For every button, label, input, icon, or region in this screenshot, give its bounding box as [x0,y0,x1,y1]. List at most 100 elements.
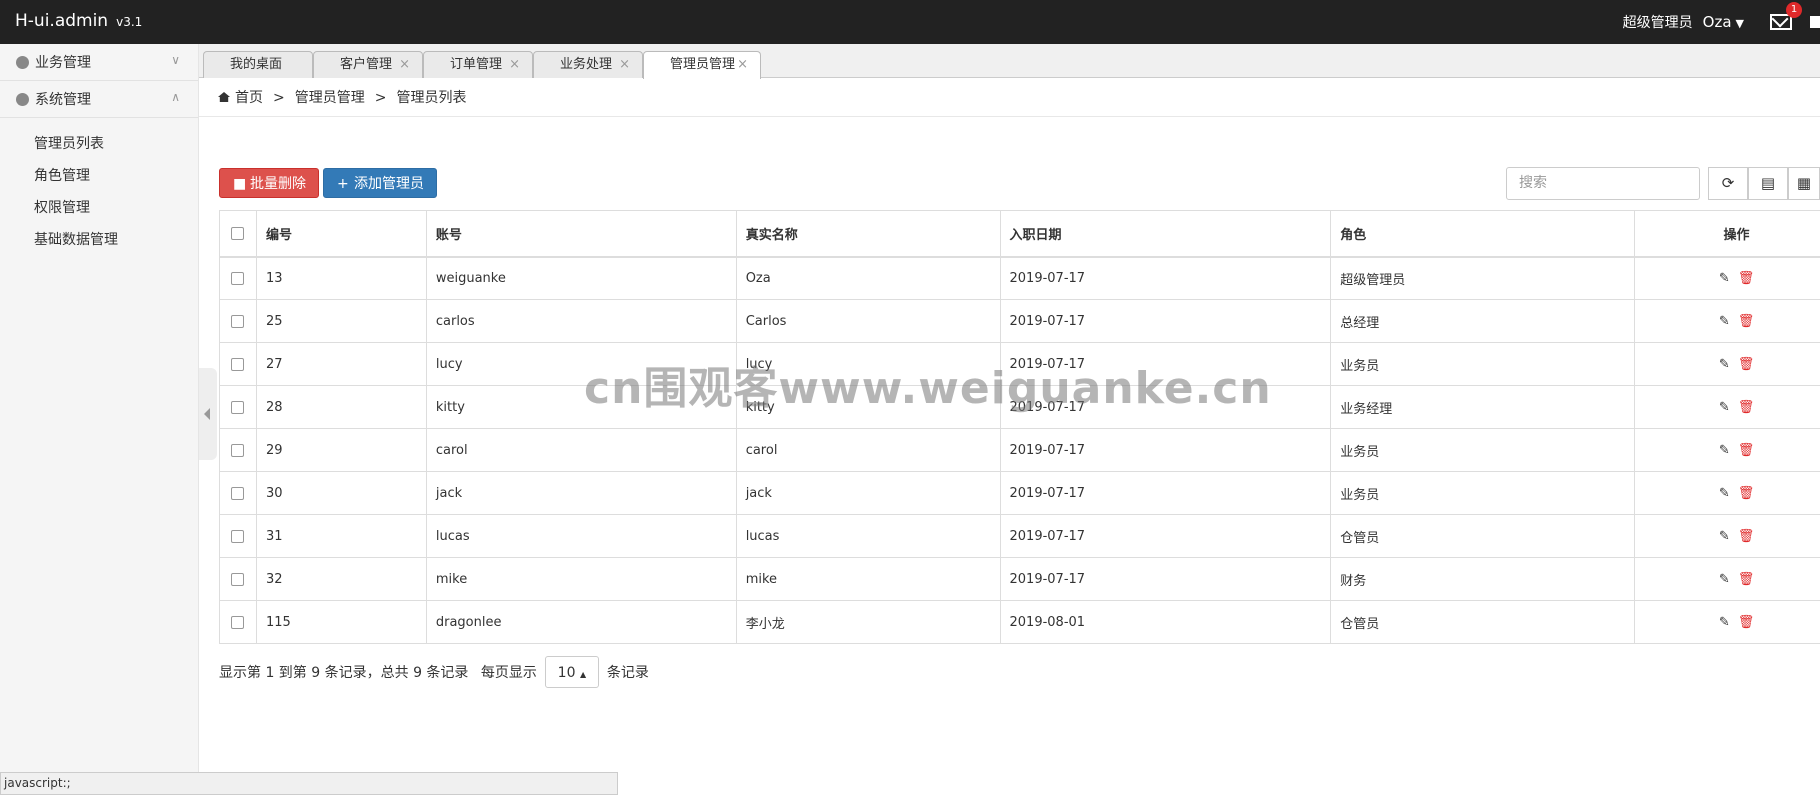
cell-id: 31 [255,514,427,558]
breadcrumb-sep: > [273,90,285,106]
select-all-checkbox[interactable] [231,226,245,240]
tab-customers[interactable]: 客户管理 × [313,51,423,78]
trash-icon[interactable]: 🗑 [1738,271,1755,286]
table-row: 13 weiguanke Oza 2019-07-17 超级管理员 ✎ 🗑 [219,256,1820,300]
row-checkbox[interactable] [231,486,245,500]
pager-summary: 显示第 1 到第 9 条记录，总共 9 条记录 [219,665,469,681]
breadcrumb-home[interactable]: 首页 [235,90,263,106]
chevron-down-icon: ∨ [171,53,180,67]
row-checkbox[interactable] [231,572,245,586]
close-icon[interactable]: × [399,52,410,78]
skin-icon[interactable] [1810,16,1820,28]
col-role[interactable]: 角色 [1330,210,1636,258]
cell-actions: ✎ 🗑 [1634,256,1820,300]
row-checkbox[interactable] [231,529,245,543]
table-row: 25 carlos Carlos 2019-07-17 总经理 ✎ 🗑 [219,299,1820,343]
trash-icon[interactable]: 🗑 [1738,615,1755,630]
row-select-cell [219,514,257,558]
breadcrumb-level1[interactable]: 管理员管理 [295,90,365,106]
cell-name: Carlos [735,299,1001,343]
sidebar: 业务管理 ∨ 系统管理 ∧ 管理员列表 角色管理 权限管理 基础数据管理 [0,44,199,795]
page-size-select[interactable]: 10 ▲ [544,656,599,688]
tab-label: 订单管理 [450,57,503,72]
gear-icon [16,92,29,106]
close-icon[interactable]: × [509,52,520,78]
caret-up-icon: ▲ [579,670,587,679]
tab-label: 客户管理 [340,57,393,72]
tab-business[interactable]: 业务处理 × [533,51,643,78]
row-checkbox[interactable] [231,357,245,371]
sidebar-item-roles[interactable]: 角色管理 [0,160,198,192]
cell-id: 115 [255,600,427,644]
trash-icon[interactable]: 🗑 [1738,572,1755,587]
trash-icon[interactable]: 🗑 [1738,486,1755,501]
add-admin-button[interactable]: + 添加管理员 [323,168,437,198]
cell-id: 27 [255,342,427,386]
row-checkbox[interactable] [231,400,245,414]
trash-icon[interactable]: 🗑 [1738,529,1755,544]
edit-icon[interactable]: ✎ [1719,271,1730,286]
cell-role: 业务经理 [1330,385,1636,429]
cell-name: jack [735,471,1001,515]
edit-icon[interactable]: ✎ [1719,529,1730,544]
edit-icon[interactable]: ✎ [1719,357,1730,372]
col-date[interactable]: 入职日期 [999,210,1332,258]
search-input[interactable]: 搜索 [1506,167,1700,200]
row-checkbox[interactable] [231,615,245,629]
sidebar-group-label: 系统管理 [35,92,91,108]
batch-delete-label: 批量删除 [250,176,306,192]
row-select-cell [219,299,257,343]
tab-admin[interactable]: 管理员管理 × [643,51,761,79]
sidebar-item-admin-list[interactable]: 管理员列表 [0,128,198,160]
close-icon[interactable]: × [737,52,748,78]
trash-icon: ■ [233,176,247,192]
plus-icon: + [337,176,349,192]
row-select-cell [219,428,257,472]
trash-icon[interactable]: 🗑 [1738,314,1755,329]
sidebar-collapse-handle[interactable] [199,368,217,460]
close-icon[interactable]: × [619,52,630,78]
trash-icon[interactable]: 🗑 [1738,400,1755,415]
sidebar-group-system[interactable]: 系统管理 ∧ [0,81,198,118]
edit-icon[interactable]: ✎ [1719,486,1730,501]
mail-icon[interactable]: 1 [1770,2,1802,30]
tab-desktop[interactable]: 我的桌面 [203,51,313,78]
sidebar-item-permissions[interactable]: 权限管理 [0,192,198,224]
cell-name: carol [735,428,1001,472]
mail-badge: 1 [1786,2,1802,18]
cell-role: 总经理 [1330,299,1636,343]
edit-icon[interactable]: ✎ [1719,572,1730,587]
edit-icon[interactable]: ✎ [1719,314,1730,329]
cell-date: 2019-07-17 [999,514,1332,558]
edit-icon[interactable]: ✎ [1719,443,1730,458]
batch-delete-button[interactable]: ■ 批量删除 [219,168,319,198]
cell-date: 2019-07-17 [999,471,1332,515]
cell-id: 25 [255,299,427,343]
user-name: Oza [1702,13,1732,31]
table-row: 31 lucas lucas 2019-07-17 仓管员 ✎ 🗑 [219,514,1820,558]
refresh-icon[interactable]: ⟳ [1708,167,1748,200]
sidebar-group-business[interactable]: 业务管理 ∨ [0,44,198,81]
cell-actions: ✎ 🗑 [1634,385,1820,429]
row-checkbox[interactable] [231,271,245,285]
sidebar-item-base-data[interactable]: 基础数据管理 [0,224,198,256]
chevron-up-icon: ∧ [171,90,180,104]
col-name[interactable]: 真实名称 [735,210,1001,258]
edit-icon[interactable]: ✎ [1719,615,1730,630]
edit-icon[interactable]: ✎ [1719,400,1730,415]
col-id[interactable]: 编号 [255,210,427,258]
cell-id: 29 [255,428,427,472]
trash-icon[interactable]: 🗑 [1738,357,1755,372]
columns-icon[interactable]: ▦ [1788,167,1820,200]
brand[interactable]: H-ui.admin v3.1 [15,11,142,31]
cell-date: 2019-08-01 [999,600,1332,644]
toggle-view-icon[interactable]: ▤ [1748,167,1788,200]
row-checkbox[interactable] [231,314,245,328]
row-checkbox[interactable] [231,443,245,457]
table-row: 30 jack jack 2019-07-17 业务员 ✎ 🗑 [219,471,1820,515]
col-account[interactable]: 账号 [425,210,737,258]
tab-orders[interactable]: 订单管理 × [423,51,533,78]
breadcrumb-sep: > [374,90,387,106]
user-menu[interactable]: Oza ▼ [1703,13,1744,31]
trash-icon[interactable]: 🗑 [1738,443,1755,458]
